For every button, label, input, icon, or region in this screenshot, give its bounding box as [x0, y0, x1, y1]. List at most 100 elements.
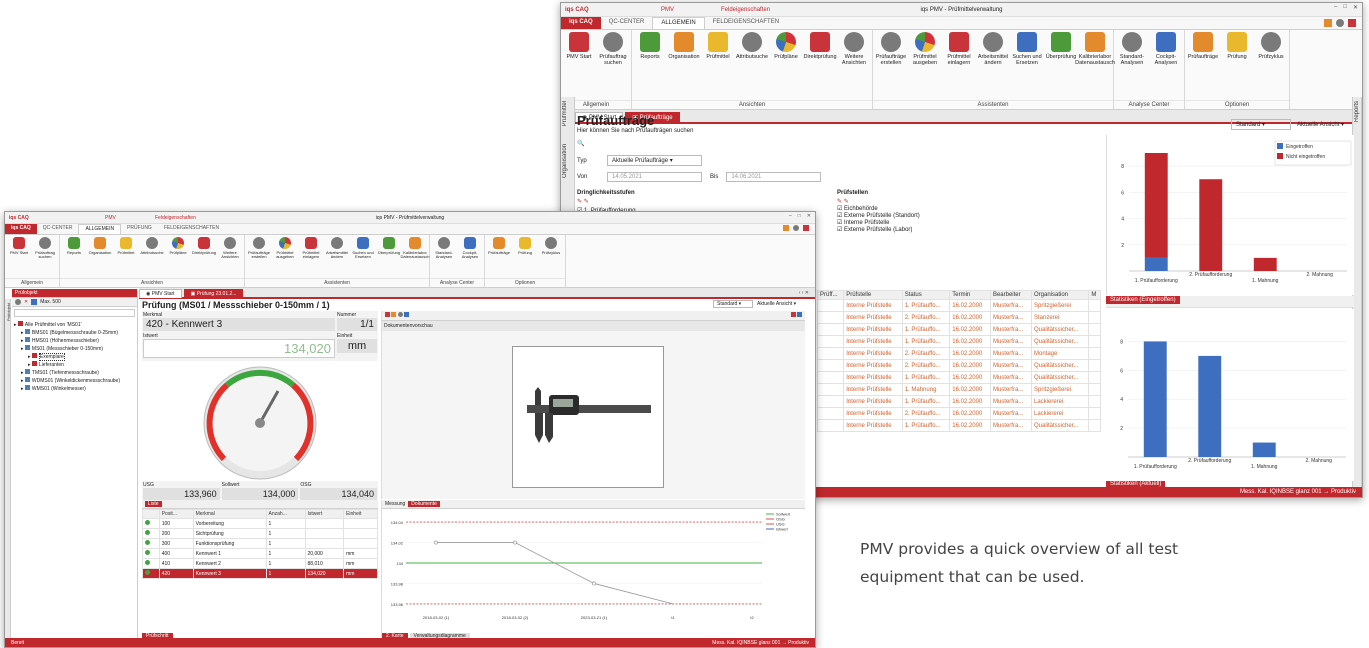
- close-icon[interactable]: ✕: [807, 213, 811, 219]
- doc-tab-pruefung[interactable]: ▣ Prüfung 23.01.2...: [183, 288, 244, 298]
- prufzyklus-button[interactable]: Prüfzyklus: [1254, 32, 1288, 98]
- attributsuche-button[interactable]: Attributsuche: [139, 237, 165, 276]
- tab-feldeigenschaften[interactable]: FELDEIGENSCHAFTEN: [158, 224, 225, 234]
- settings-icon[interactable]: [1324, 19, 1332, 27]
- direktprufung-button[interactable]: Direktprüfung: [191, 237, 217, 276]
- column-header[interactable]: Istwert: [304, 509, 345, 519]
- help-icon[interactable]: [1336, 19, 1344, 27]
- tab-qc-center[interactable]: QC-CENTER: [601, 17, 653, 29]
- prufmittel-ausgeben-button[interactable]: Prüfmittel ausgeben: [272, 237, 298, 276]
- tab-allgemein[interactable]: ALLGEMEIN: [78, 224, 122, 234]
- prufauftrag-suchen-button[interactable]: Prüfauftrag suchen: [596, 32, 630, 98]
- close-icon[interactable]: ✕: [1353, 4, 1358, 11]
- side-tab-reports[interactable]: Reports: [1353, 97, 1361, 126]
- prufmittel-button[interactable]: Prüfmittel: [113, 237, 139, 276]
- direktprufung-button[interactable]: Direktprüfung: [803, 32, 837, 98]
- column-header[interactable]: Posit...: [158, 509, 194, 519]
- prufauftrage-erstellen-button[interactable]: Prüfaufträge erstellen: [246, 237, 272, 276]
- prufmittel-ausgeben-button[interactable]: Prüfmittel ausgeben: [908, 32, 942, 98]
- help-icon[interactable]: [793, 225, 799, 231]
- table-row[interactable]: Interne Prüfstelle 2. Prüfauffo... 16.02.2…: [817, 407, 1101, 420]
- typ-select[interactable]: Aktuelle Prüfaufträge ▾: [607, 155, 702, 166]
- tab-allgemein[interactable]: ALLGEMEIN: [652, 17, 705, 29]
- doc-tab-pmv-start[interactable]: ◉ PMV Start: [139, 288, 182, 298]
- column-header[interactable]: Merkmal: [192, 509, 267, 519]
- prufmittel-einlagern-button[interactable]: Prüfmittel einlagern: [298, 237, 324, 276]
- table-row[interactable]: 300 Funktionsprüfung 1: [142, 538, 378, 549]
- bis-date-input[interactable]: 14.06.2021: [726, 172, 822, 182]
- column-header[interactable]: Status: [901, 290, 951, 300]
- tree-node[interactable]: ▸ TMS01 (Tiefenmessschraube): [14, 369, 135, 377]
- table-row[interactable]: Interne Prüfstelle 1. Prüfauffo... 16.02.2…: [817, 299, 1101, 312]
- prufmittel-einlagern-button[interactable]: Prüfmittel einlagern: [942, 32, 976, 98]
- prufung-button[interactable]: Prüfung: [1220, 32, 1254, 98]
- prufung-button[interactable]: Prüfung: [512, 237, 538, 276]
- prufauftrag-suchen-button[interactable]: Prüfauftrag suchen: [32, 237, 58, 276]
- settings-icon[interactable]: [783, 225, 789, 231]
- edit-icons[interactable]: ✎ ✎: [577, 198, 837, 205]
- table-row[interactable]: Interne Prüfstelle 2. Prüfauffo... 16.02.2…: [817, 347, 1101, 360]
- column-header[interactable]: Prüff...: [817, 290, 845, 300]
- filter-icon[interactable]: [31, 299, 38, 305]
- arbeitsmittel-andern-button[interactable]: Arbeitsmittel ändern: [324, 237, 350, 276]
- weitere-ansichten-button[interactable]: Weitere Ansichten: [837, 32, 871, 98]
- prufplane-button[interactable]: Prüfpläne: [165, 237, 191, 276]
- tree-node[interactable]: ▸ HMS01 (Höhenmessschieber): [14, 337, 135, 345]
- view-select[interactable]: Standard ▾: [713, 300, 753, 308]
- tree-node[interactable]: ▸ WMS01 (Winkelmesser): [14, 385, 135, 393]
- maximize-icon[interactable]: □: [798, 213, 801, 219]
- tester-checkbox[interactable]: ☑ Externe Prüfstelle (Labor): [837, 226, 920, 233]
- tab-pruefung[interactable]: PRÜFUNG: [121, 224, 158, 234]
- suchen-und-ersetzen-button[interactable]: Suchen und Ersetzen: [350, 237, 376, 276]
- table-row[interactable]: 200 Sichtprüfung 1: [142, 528, 378, 539]
- table-row[interactable]: Interne Prüfstelle 1. Prüfauffo... 16.02.2…: [817, 323, 1101, 336]
- column-header[interactable]: Anzah...: [265, 509, 306, 519]
- tester-checkbox[interactable]: ☑ Externe Prüfstelle (Standort): [837, 212, 920, 219]
- uberprufung-button[interactable]: Überprüfung: [376, 237, 402, 276]
- export-icon[interactable]: [404, 312, 410, 317]
- tree-node[interactable]: ▸ Exemplare: [14, 353, 135, 361]
- search-icon[interactable]: 🔍: [577, 140, 1101, 147]
- weitere-ansichten-button[interactable]: Weitere Ansichten: [217, 237, 243, 276]
- tab-iqs-caq[interactable]: iqs CAQ: [561, 17, 601, 29]
- table-row[interactable]: Interne Prüfstelle 1. Mahnung 16.02.2000 Mu…: [817, 383, 1101, 396]
- column-header[interactable]: Prüfstelle: [843, 290, 903, 300]
- table-row[interactable]: 420 Kennwert 3 1 134,020 mm: [142, 568, 378, 579]
- column-header[interactable]: Bearbeiter: [989, 290, 1032, 300]
- arbeitsmittel-andern-button[interactable]: Arbeitsmittel ändern: [976, 32, 1010, 98]
- print-icon[interactable]: [397, 312, 403, 317]
- von-date-input[interactable]: 14.05.2021: [607, 172, 702, 182]
- tab-feldeigenschaften[interactable]: FELDEIGENSCHAFTEN: [705, 17, 787, 29]
- table-row[interactable]: Interne Prüfstelle 2. Prüfauffo... 16.02.2…: [817, 359, 1101, 372]
- table-row[interactable]: Interne Prüfstelle 1. Prüfauffo... 16.02.2…: [817, 335, 1101, 348]
- folder-icon[interactable]: [391, 312, 397, 317]
- table-row[interactable]: 410 Kennwert 2 1 88,010 mm: [142, 558, 378, 569]
- prufauftrage-erstellen-button[interactable]: Prüfaufträge erstellen: [874, 32, 908, 98]
- table-row[interactable]: Interne Prüfstelle 2. Prüfauffo... 16.02.2…: [817, 311, 1101, 324]
- kalibrierlabor-datenaustausch-button[interactable]: Kalibrierlabor Datenaustausch: [401, 237, 429, 276]
- chart-tab-dokumente[interactable]: Dokumente: [408, 501, 440, 507]
- doc-icon[interactable]: [385, 312, 390, 317]
- chart-tab-messung[interactable]: Messung: [385, 501, 405, 507]
- prufauftrage-button[interactable]: Prüfaufträge: [1186, 32, 1220, 98]
- tree-node[interactable]: ▸ BMS01 (Bügelmessschraube 0-25mm): [14, 329, 135, 337]
- view-label[interactable]: Aktuelle Ansicht ▾: [1297, 121, 1344, 128]
- table-row[interactable]: Interne Prüfstelle 1. Prüfauffo... 16.02.2…: [817, 419, 1101, 432]
- refresh-icon[interactable]: [15, 299, 21, 305]
- view-label[interactable]: Aktuelle Ansicht ▾: [757, 301, 796, 307]
- minimize-icon[interactable]: –: [789, 213, 792, 219]
- delete-icon[interactable]: ✕: [24, 299, 28, 305]
- organisation-button[interactable]: Organisation: [87, 237, 113, 276]
- zoom-icon[interactable]: [797, 312, 802, 317]
- organisation-button[interactable]: Organisation: [667, 32, 701, 98]
- column-header[interactable]: Organisation: [1030, 290, 1090, 300]
- table-row[interactable]: Interne Prüfstelle 1. Prüfauffo... 16.02.2…: [817, 371, 1101, 384]
- table-row[interactable]: 400 Kennwert 1 1 20,000 mm: [142, 548, 378, 559]
- column-header[interactable]: M: [1088, 290, 1101, 300]
- reports-button[interactable]: Reports: [61, 237, 87, 276]
- pin-icon[interactable]: [790, 312, 796, 317]
- reports-button[interactable]: Reports: [633, 32, 667, 98]
- chart-tab-eingetroffen[interactable]: Statistiken (Eingetroffen): [1106, 296, 1180, 304]
- prufzyklus-button[interactable]: Prüfzyklus: [538, 237, 564, 276]
- view-select[interactable]: Standard ▾: [1231, 119, 1291, 130]
